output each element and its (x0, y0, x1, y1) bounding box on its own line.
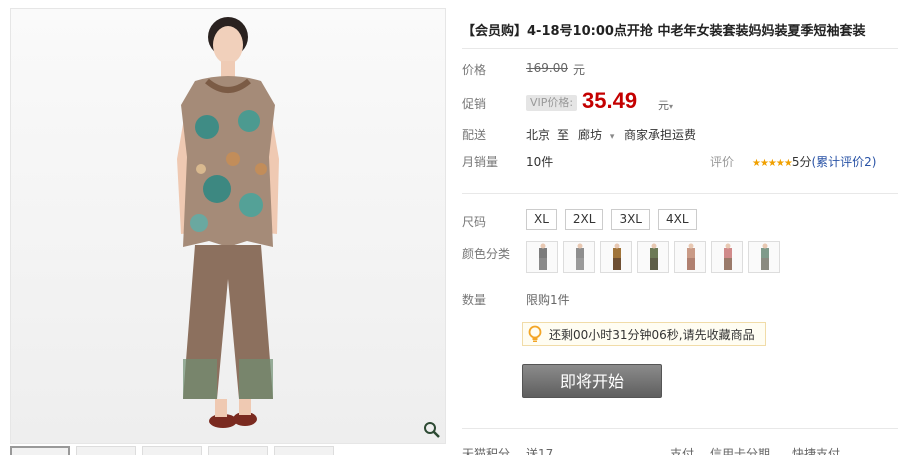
payment-label: 支付 (670, 447, 695, 455)
divider (462, 428, 898, 429)
shipping-to-word: 至 (557, 128, 570, 142)
swatch-image (539, 243, 547, 270)
lightbulb-icon (528, 325, 542, 342)
product-info-panel: 【会员购】4-18号10:00点开抢 中老年女装套装妈妈装夏季短袖套装 价格 1… (462, 0, 900, 455)
coming-soon-button[interactable]: 即将开始 (522, 364, 662, 398)
shipping-from: 北京 (526, 128, 551, 142)
thumbnail[interactable] (142, 446, 202, 455)
vip-price-badge: VIP价格: (526, 95, 578, 111)
swatch-image (761, 243, 769, 270)
shipping-note: 商家承担运费 (624, 128, 697, 142)
swatch-image (613, 243, 621, 270)
promo-label: 促销 (462, 97, 487, 111)
thumbnail[interactable] (76, 446, 136, 455)
shipping-destination-select[interactable]: 廊坊 ▾ (578, 126, 614, 143)
size-label: 尺码 (462, 215, 487, 229)
color-swatches (526, 241, 780, 273)
model-figure (177, 17, 279, 428)
swatch-image (576, 243, 584, 270)
promo-price: 35.49 (582, 88, 638, 113)
shipping-label: 配送 (462, 128, 487, 142)
countdown-text: 还剩00小时31分钟06秒,请先收藏商品 (549, 327, 755, 342)
swatch-image (687, 243, 695, 270)
rating-score: 5分 (791, 155, 812, 169)
monthly-sales-value: 10件 (526, 155, 554, 169)
promo-unit-text: 元 (658, 99, 669, 112)
color-swatch[interactable] (526, 241, 558, 273)
product-image[interactable] (10, 8, 446, 444)
color-swatch[interactable] (637, 241, 669, 273)
size-options: XL 2XL 3XL 4XL (526, 209, 697, 230)
size-option-4xl[interactable]: 4XL (658, 209, 697, 230)
points-label: 天猫积分 (462, 447, 511, 455)
color-swatch[interactable] (711, 241, 743, 273)
chevron-down-icon: ▾ (669, 102, 674, 111)
divider (462, 193, 898, 194)
thumbnail[interactable] (274, 446, 334, 455)
zoom-icon[interactable] (423, 421, 441, 439)
product-title: 【会员购】4-18号10:00点开抢 中老年女装套装妈妈装夏季短袖套装 (462, 24, 866, 39)
color-swatch[interactable] (600, 241, 632, 273)
countdown-tip: 还剩00小时31分钟06秒,请先收藏商品 (522, 322, 766, 346)
color-swatch[interactable] (674, 241, 706, 273)
bottom-info-row: 天猫积分 送17 支付 信用卡分期 快捷支付 (462, 445, 900, 455)
swatch-image (724, 243, 732, 270)
price-label: 价格 (462, 63, 487, 77)
color-swatch[interactable] (748, 241, 780, 273)
shipping-destination: 廊坊 (578, 128, 603, 142)
original-price: 169.00 (526, 61, 568, 75)
rating: ★★★★★5分(累计评价2) (752, 153, 876, 170)
credit-installment[interactable]: 信用卡分期 (710, 445, 770, 455)
purchase-limit: 限购1件 (526, 293, 570, 307)
size-option-2xl[interactable]: 2XL (564, 209, 604, 230)
review-count-link[interactable]: (累计评价2) (811, 155, 876, 169)
quick-pay[interactable]: 快捷支付 (792, 445, 840, 455)
thumbnail[interactable] (208, 446, 268, 455)
thumbnail[interactable] (10, 446, 70, 455)
promo-price-unit[interactable]: 元▾ (658, 97, 673, 113)
points-value: 送17 (526, 447, 554, 455)
original-price-unit: 元 (573, 63, 586, 77)
rating-stars-icon: ★★★★★ (752, 158, 793, 169)
thumbnail-strip (10, 446, 446, 455)
divider (462, 48, 898, 49)
swatch-image (650, 243, 658, 270)
quantity-label: 数量 (462, 293, 487, 307)
color-swatch[interactable] (563, 241, 595, 273)
chevron-down-icon: ▾ (609, 132, 615, 142)
size-option-3xl[interactable]: 3XL (611, 209, 650, 230)
rating-label: 评价 (710, 155, 735, 169)
size-option-xl[interactable]: XL (526, 209, 557, 230)
color-label: 颜色分类 (462, 247, 511, 261)
monthly-sales-label: 月销量 (462, 155, 499, 169)
